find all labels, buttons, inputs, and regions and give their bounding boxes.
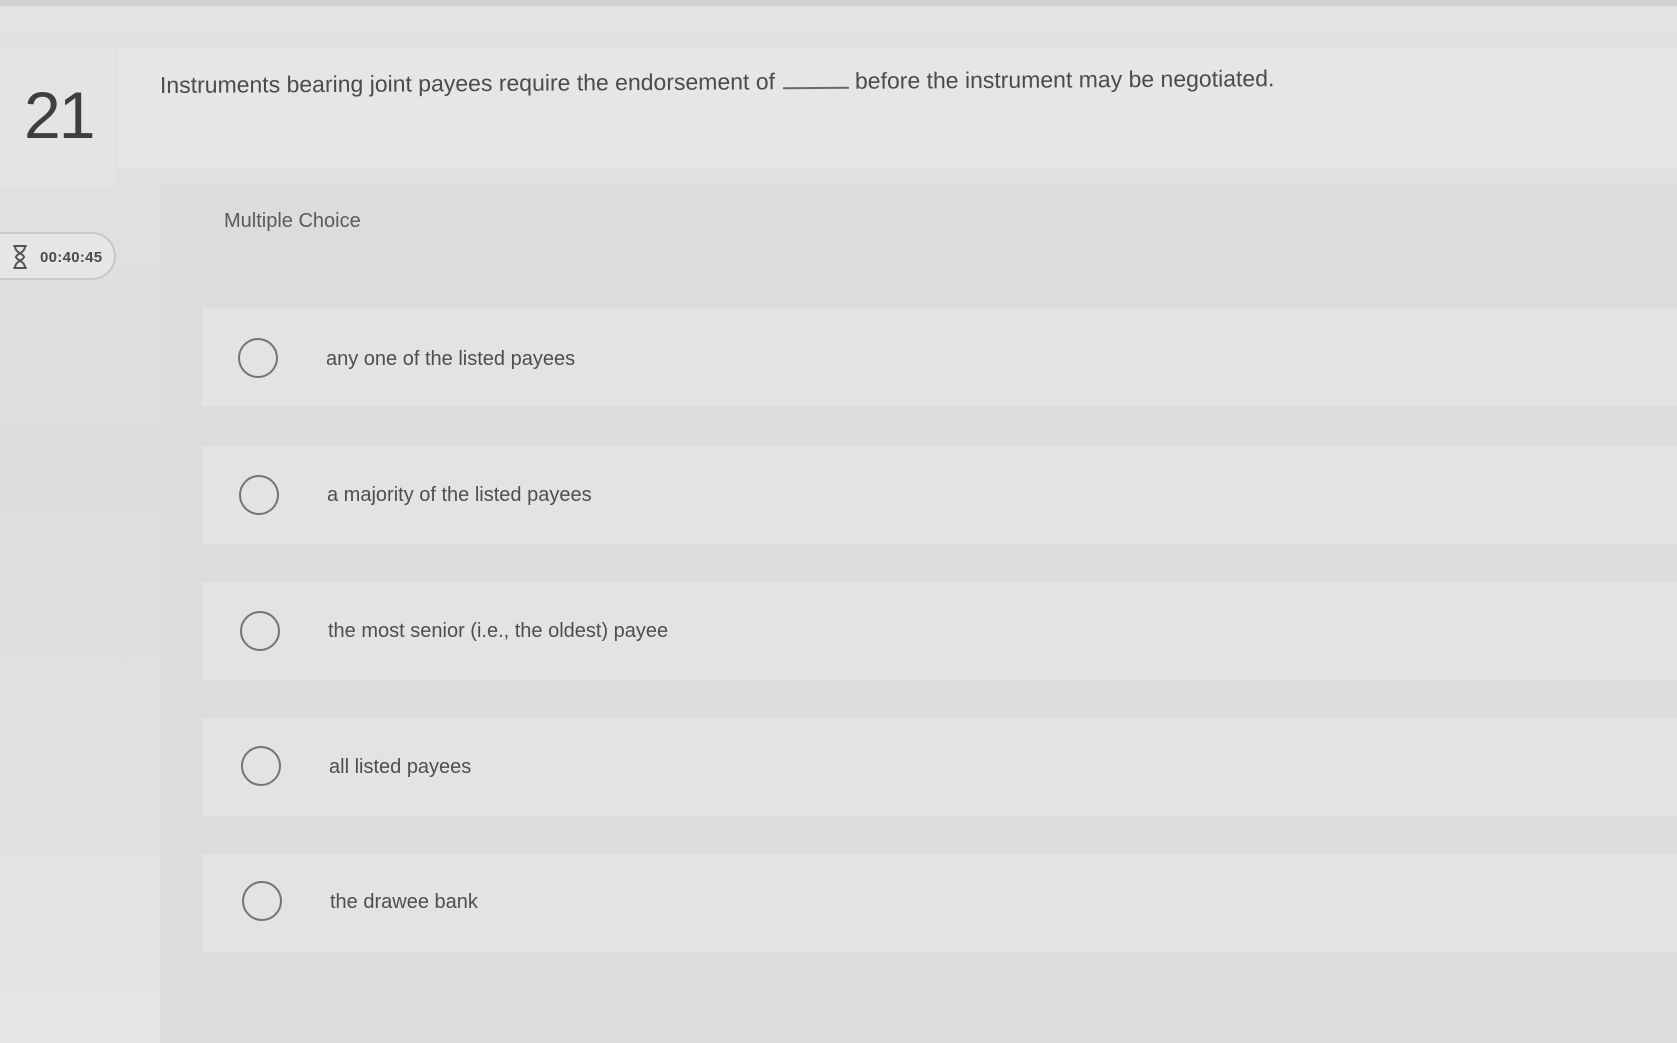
answer-option[interactable]: any one of the listed payees: [202, 308, 1677, 406]
answer-option-label: the drawee bank: [330, 891, 478, 913]
radio-button[interactable]: [238, 338, 278, 378]
radio-button[interactable]: [241, 746, 281, 786]
answer-option[interactable]: a majority of the listed payees: [202, 446, 1677, 544]
answer-option-label: all listed payees: [329, 756, 472, 778]
top-band: [0, 0, 1677, 6]
radio-button[interactable]: [242, 881, 282, 921]
prompt-text-before: Instruments bearing joint payees require…: [159, 68, 776, 98]
question-type-label: Multiple Choice: [224, 210, 361, 232]
radio-button[interactable]: [240, 611, 280, 651]
answer-option-label: any one of the listed payees: [326, 348, 576, 370]
prompt-text-after: before the instrument may be negotiated.: [854, 65, 1275, 94]
radio-button[interactable]: [239, 475, 279, 515]
timer-badge: 00:40:45: [0, 232, 116, 280]
hourglass-icon: [13, 245, 27, 269]
answer-option[interactable]: the drawee bank: [202, 854, 1677, 952]
question-prompt-panel: [118, 48, 1677, 168]
answer-blank: [782, 68, 850, 90]
answer-option-label: a majority of the listed payees: [327, 484, 592, 506]
timer-value: 00:40:45: [40, 249, 103, 266]
answer-option[interactable]: all listed payees: [202, 718, 1677, 816]
answer-option-label: the most senior (i.e., the oldest) payee: [328, 620, 669, 642]
question-number: 21: [24, 78, 95, 152]
answer-option[interactable]: the most senior (i.e., the oldest) payee: [202, 582, 1677, 680]
